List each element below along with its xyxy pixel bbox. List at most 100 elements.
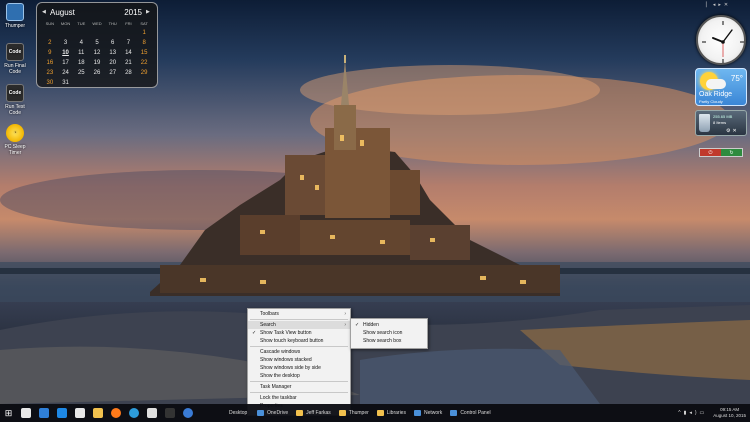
menu-item[interactable]: Toolbars › bbox=[248, 310, 350, 318]
weather-gadget[interactable]: 75° Oak Ridge Partly Cloudy bbox=[695, 68, 747, 106]
menu-item[interactable]: Lock the taskbar bbox=[248, 394, 350, 402]
submenu-item[interactable]: Show search box bbox=[351, 337, 427, 345]
calendar-day[interactable]: 16 bbox=[42, 59, 58, 68]
restart-icon[interactable]: ↻ bbox=[721, 149, 742, 156]
taskbar-app-button[interactable] bbox=[71, 404, 89, 422]
calendar-day[interactable]: 1 bbox=[136, 29, 152, 38]
menu-item[interactable]: Show touch keyboard button bbox=[248, 337, 350, 345]
calendar-day[interactable]: 3 bbox=[58, 39, 74, 48]
taskbar-context-menu[interactable]: Toolbars › Search › ✓ Show Task View button Sh… bbox=[247, 308, 351, 416]
calendar-day[interactable]: 12 bbox=[89, 49, 105, 58]
calendar-day[interactable]: 8 bbox=[136, 39, 152, 48]
next-month-icon[interactable]: ▶ bbox=[146, 9, 152, 15]
start-button[interactable]: ⊞ bbox=[0, 404, 17, 422]
desktop-icon-label: Run Final Code bbox=[4, 63, 26, 75]
taskbar-app-button[interactable] bbox=[53, 404, 71, 422]
calendar-day[interactable]: 26 bbox=[89, 69, 105, 78]
toolbar-link[interactable]: Thumper bbox=[335, 404, 373, 422]
submenu-item-label: Show search icon bbox=[363, 330, 403, 336]
recycle-bin-gadget[interactable]: 255.65 MB 8 Items ⚙✕ bbox=[695, 110, 747, 136]
system-tray[interactable]: ^▮◂)▭ 09:15 AM August 10, 2015 bbox=[678, 407, 750, 419]
menu-item[interactable]: Search › bbox=[248, 321, 350, 329]
calendar-day[interactable]: 30 bbox=[42, 79, 58, 88]
desktop-icon-run-test-code[interactable]: Code Run Test Code bbox=[0, 84, 30, 116]
calendar-grid: SUN MON TUE WED THU FRI SAT 1 2 3 4 5 6 7 8 9 10 11 12 13 14… bbox=[42, 21, 152, 88]
desktop-toolbar-label[interactable]: Desktop bbox=[229, 410, 253, 416]
tray-icons[interactable]: ^▮◂)▭ bbox=[678, 410, 707, 416]
calendar-day[interactable]: 31 bbox=[58, 79, 74, 88]
toolbar-link[interactable]: Network bbox=[410, 404, 446, 422]
taskbar-app-button[interactable] bbox=[161, 404, 179, 422]
calendar-day[interactable]: 5 bbox=[89, 39, 105, 48]
taskbar-clock[interactable]: 09:15 AM August 10, 2015 bbox=[713, 407, 746, 419]
calendar-day[interactable]: 15 bbox=[136, 49, 152, 58]
weather-temperature: 75° bbox=[730, 74, 743, 83]
toolbar-link-icon bbox=[257, 410, 264, 416]
desktop-icon-pc-sleep-timer[interactable]: ◔ PC Sleep Timer bbox=[0, 124, 30, 156]
menu-item[interactable]: ✓ Show Task View button bbox=[248, 329, 350, 337]
menu-item[interactable]: Task Manager bbox=[248, 383, 350, 391]
calendar-day[interactable]: 9 bbox=[42, 49, 58, 58]
toolbar-link-label: Control Panel bbox=[460, 410, 491, 416]
submenu-item-label: Show search box bbox=[363, 338, 402, 344]
taskbar-app-button[interactable] bbox=[143, 404, 161, 422]
search-submenu[interactable]: ✓ Hidden Show search icon Show search box bbox=[350, 318, 428, 349]
toolbar-link[interactable]: OneDrive bbox=[253, 404, 292, 422]
file-explorer-icon bbox=[39, 408, 49, 418]
calendar-day[interactable]: 29 bbox=[136, 69, 152, 78]
calendar-day[interactable]: 11 bbox=[73, 49, 89, 58]
calendar-empty-cell bbox=[105, 29, 121, 38]
taskbar-app-button[interactable] bbox=[179, 404, 197, 422]
clock-gadget[interactable] bbox=[696, 15, 746, 65]
taskbar-app-button[interactable] bbox=[17, 404, 35, 422]
calendar-day[interactable]: 13 bbox=[105, 49, 121, 58]
taskbar[interactable]: ⊞ Desktop OneDrive Jeff Farkas Thumper Libr… bbox=[0, 404, 750, 422]
calendar-day[interactable]: 21 bbox=[121, 59, 137, 68]
calendar-day[interactable]: 18 bbox=[73, 59, 89, 68]
menu-item[interactable]: Show windows side by side bbox=[248, 364, 350, 372]
gadget-controls[interactable]: ▏◂▸✕ bbox=[706, 2, 731, 8]
shutdown-gadget[interactable]: ⏻ ↻ bbox=[699, 148, 743, 157]
calendar-day[interactable]: 20 bbox=[105, 59, 121, 68]
taskbar-app-button[interactable] bbox=[107, 404, 125, 422]
submenu-item-label: Hidden bbox=[363, 322, 379, 328]
calendar-day[interactable]: 22 bbox=[136, 59, 152, 68]
calendar-day[interactable]: 14 bbox=[121, 49, 137, 58]
calendar-day[interactable]: 28 bbox=[121, 69, 137, 78]
menu-item-label: Task Manager bbox=[260, 384, 292, 390]
taskbar-app-button[interactable] bbox=[125, 404, 143, 422]
calendar-day[interactable]: 17 bbox=[58, 59, 74, 68]
calendar-weekday: TUE bbox=[77, 21, 86, 26]
menu-item[interactable]: Cascade windows bbox=[248, 348, 350, 356]
desktop-icon-run-final-code[interactable]: Code Run Final Code bbox=[0, 43, 30, 75]
calendar-day[interactable]: 19 bbox=[89, 59, 105, 68]
calendar-day[interactable]: 4 bbox=[73, 39, 89, 48]
calendar-day[interactable]: 27 bbox=[105, 69, 121, 78]
menu-separator bbox=[250, 392, 348, 393]
calendar-day[interactable]: 6 bbox=[105, 39, 121, 48]
recycle-bin-actions[interactable]: ⚙✕ bbox=[726, 128, 739, 134]
menu-item[interactable]: Show windows stacked bbox=[248, 356, 350, 364]
desktop-icon-thumper[interactable]: Thumper bbox=[0, 3, 30, 29]
calendar-day[interactable]: 2 bbox=[42, 39, 58, 48]
media-player-icon bbox=[129, 408, 139, 418]
submenu-item[interactable]: Show search icon bbox=[351, 329, 427, 337]
menu-item-label: Show the desktop bbox=[260, 373, 300, 379]
calendar-day[interactable]: 7 bbox=[121, 39, 137, 48]
calendar-day[interactable]: 23 bbox=[42, 69, 58, 78]
toolbar-link[interactable]: Libraries bbox=[373, 404, 410, 422]
store-icon bbox=[75, 408, 85, 418]
menu-item[interactable]: Show the desktop bbox=[248, 372, 350, 380]
toolbar-link[interactable]: Control Panel bbox=[446, 404, 494, 422]
taskbar-app-button[interactable] bbox=[35, 404, 53, 422]
calendar-day[interactable]: 24 bbox=[58, 69, 74, 78]
calendar-day[interactable]: 25 bbox=[73, 69, 89, 78]
submenu-item[interactable]: ✓ Hidden bbox=[351, 321, 427, 329]
calendar-gadget[interactable]: ◀ August 2015 ▶ SUN MON TUE WED THU FRI SAT 1 2 3… bbox=[36, 2, 158, 88]
windows-media-icon bbox=[183, 408, 193, 418]
taskbar-app-button[interactable] bbox=[89, 404, 107, 422]
calendar-day[interactable]: 10 bbox=[58, 49, 74, 58]
power-off-icon[interactable]: ⏻ bbox=[700, 149, 721, 156]
toolbar-link[interactable]: Jeff Farkas bbox=[292, 404, 335, 422]
timer-icon: ◔ bbox=[6, 124, 24, 142]
